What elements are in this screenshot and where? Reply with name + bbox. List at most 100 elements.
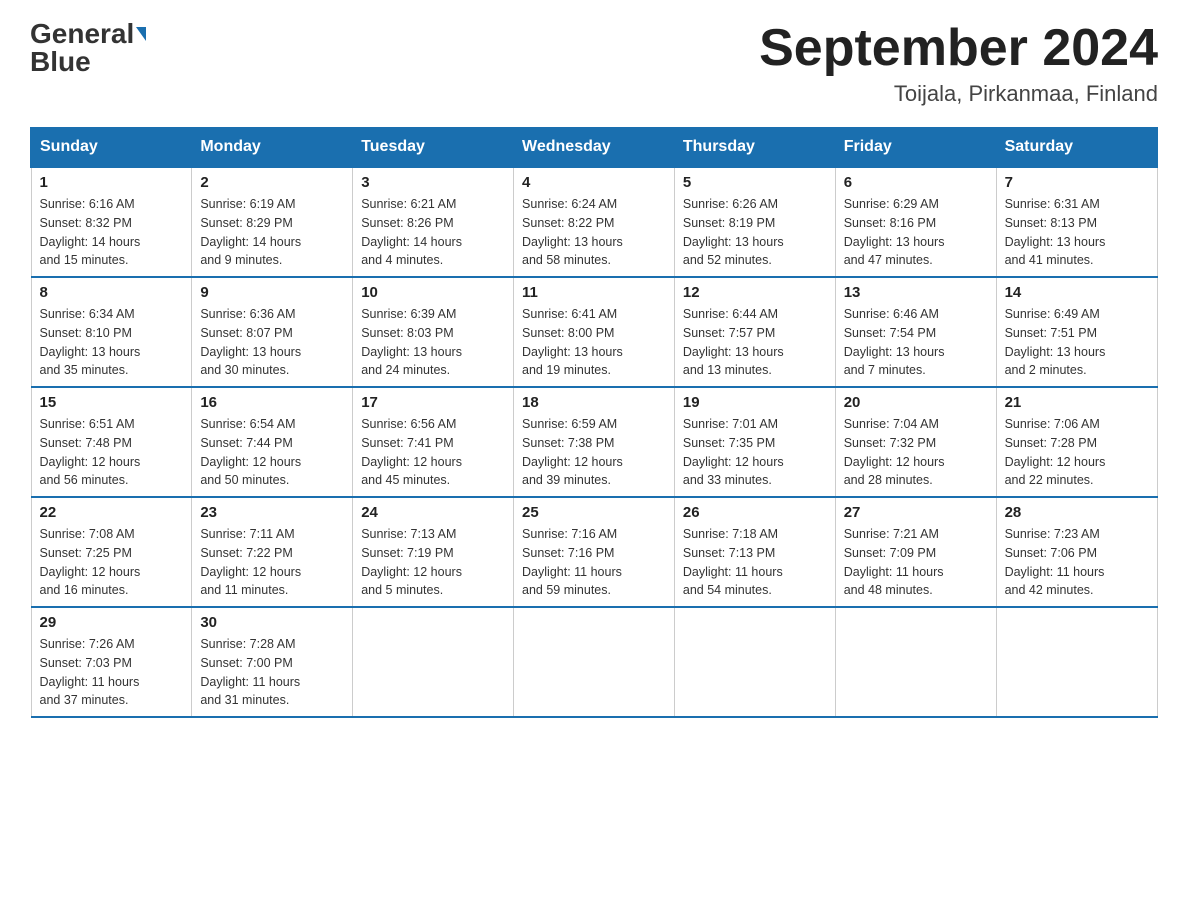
day-cell-25: 25 Sunrise: 7:16 AMSunset: 7:16 PMDayligh… [514,497,675,607]
day-number: 30 [200,614,344,631]
calendar-header-row: SundayMondayTuesdayWednesdayThursdayFrid… [31,128,1157,168]
day-cell-21: 21 Sunrise: 7:06 AMSunset: 7:28 PMDayligh… [996,387,1157,497]
day-number: 13 [844,284,988,301]
day-cell-empty [674,607,835,717]
col-header-saturday: Saturday [996,128,1157,168]
day-number: 26 [683,504,827,521]
day-cell-empty [835,607,996,717]
day-cell-1: 1 Sunrise: 6:16 AMSunset: 8:32 PMDaylight… [31,167,192,277]
day-cell-18: 18Sunrise: 6:59 AMSunset: 7:38 PMDayligh… [514,387,675,497]
day-number: 19 [683,394,827,411]
day-number: 20 [844,394,988,411]
day-cell-4: 4 Sunrise: 6:24 AMSunset: 8:22 PMDaylight… [514,167,675,277]
day-info: Sunrise: 6:54 AMSunset: 7:44 PMDaylight:… [200,415,344,490]
day-info: Sunrise: 7:26 AMSunset: 7:03 PMDaylight:… [40,635,184,710]
day-info: Sunrise: 6:24 AMSunset: 8:22 PMDaylight:… [522,195,666,270]
day-number: 6 [844,174,988,191]
col-header-wednesday: Wednesday [514,128,675,168]
day-cell-8: 8Sunrise: 6:34 AMSunset: 8:10 PMDaylight… [31,277,192,387]
day-info: Sunrise: 6:39 AMSunset: 8:03 PMDaylight:… [361,305,505,380]
day-info: Sunrise: 7:11 AMSunset: 7:22 PMDaylight:… [200,525,344,600]
day-number: 17 [361,394,505,411]
week-row-2: 8Sunrise: 6:34 AMSunset: 8:10 PMDaylight… [31,277,1157,387]
calendar-table: SundayMondayTuesdayWednesdayThursdayFrid… [30,127,1158,718]
day-cell-27: 27 Sunrise: 7:21 AMSunset: 7:09 PMDayligh… [835,497,996,607]
day-info: Sunrise: 6:51 AMSunset: 7:48 PMDaylight:… [40,415,184,490]
day-cell-empty [353,607,514,717]
day-number: 14 [1005,284,1149,301]
day-number: 16 [200,394,344,411]
day-info: Sunrise: 7:21 AMSunset: 7:09 PMDaylight:… [844,525,988,600]
day-cell-13: 13Sunrise: 6:46 AMSunset: 7:54 PMDayligh… [835,277,996,387]
day-cell-12: 12Sunrise: 6:44 AMSunset: 7:57 PMDayligh… [674,277,835,387]
day-cell-2: 2 Sunrise: 6:19 AMSunset: 8:29 PMDaylight… [192,167,353,277]
day-cell-29: 29 Sunrise: 7:26 AMSunset: 7:03 PMDayligh… [31,607,192,717]
day-number: 23 [200,504,344,521]
day-number: 25 [522,504,666,521]
day-number: 10 [361,284,505,301]
day-info: Sunrise: 7:13 AMSunset: 7:19 PMDaylight:… [361,525,505,600]
week-row-3: 15Sunrise: 6:51 AMSunset: 7:48 PMDayligh… [31,387,1157,497]
day-cell-3: 3Sunrise: 6:21 AMSunset: 8:26 PMDaylight… [353,167,514,277]
day-number: 7 [1005,174,1149,191]
col-header-tuesday: Tuesday [353,128,514,168]
day-number: 27 [844,504,988,521]
day-number: 5 [683,174,827,191]
day-number: 1 [40,174,184,191]
day-cell-17: 17 Sunrise: 6:56 AMSunset: 7:41 PMDayligh… [353,387,514,497]
day-cell-26: 26 Sunrise: 7:18 AMSunset: 7:13 PMDayligh… [674,497,835,607]
day-info: Sunrise: 7:16 AMSunset: 7:16 PMDaylight:… [522,525,666,600]
day-number: 3 [361,174,505,191]
day-info: Sunrise: 6:31 AMSunset: 8:13 PMDaylight:… [1005,195,1149,270]
day-number: 18 [522,394,666,411]
day-cell-23: 23 Sunrise: 7:11 AMSunset: 7:22 PMDayligh… [192,497,353,607]
day-cell-11: 11 Sunrise: 6:41 AMSunset: 8:00 PMDayligh… [514,277,675,387]
day-info: Sunrise: 7:01 AMSunset: 7:35 PMDaylight:… [683,415,827,490]
logo-triangle-icon [136,27,146,41]
col-header-thursday: Thursday [674,128,835,168]
day-number: 29 [40,614,184,631]
day-cell-9: 9Sunrise: 6:36 AMSunset: 8:07 PMDaylight… [192,277,353,387]
day-number: 28 [1005,504,1149,521]
day-cell-10: 10 Sunrise: 6:39 AMSunset: 8:03 PMDayligh… [353,277,514,387]
day-info: Sunrise: 7:28 AMSunset: 7:00 PMDaylight:… [200,635,344,710]
logo-text-blue: Blue [30,48,91,76]
day-number: 12 [683,284,827,301]
location-subtitle: Toijala, Pirkanmaa, Finland [759,81,1158,107]
day-info: Sunrise: 6:26 AMSunset: 8:19 PMDaylight:… [683,195,827,270]
day-cell-19: 19 Sunrise: 7:01 AMSunset: 7:35 PMDayligh… [674,387,835,497]
day-info: Sunrise: 6:36 AMSunset: 8:07 PMDaylight:… [200,305,344,380]
day-info: Sunrise: 6:16 AMSunset: 8:32 PMDaylight:… [40,195,184,270]
day-info: Sunrise: 6:49 AMSunset: 7:51 PMDaylight:… [1005,305,1149,380]
col-header-sunday: Sunday [31,128,192,168]
page-header: General Blue September 2024 Toijala, Pir… [30,20,1158,107]
day-info: Sunrise: 6:41 AMSunset: 8:00 PMDaylight:… [522,305,666,380]
day-number: 24 [361,504,505,521]
day-info: Sunrise: 6:56 AMSunset: 7:41 PMDaylight:… [361,415,505,490]
day-cell-empty [996,607,1157,717]
day-cell-6: 6 Sunrise: 6:29 AMSunset: 8:16 PMDaylight… [835,167,996,277]
day-number: 11 [522,284,666,301]
day-info: Sunrise: 7:08 AMSunset: 7:25 PMDaylight:… [40,525,184,600]
day-info: Sunrise: 7:18 AMSunset: 7:13 PMDaylight:… [683,525,827,600]
day-number: 4 [522,174,666,191]
day-info: Sunrise: 6:34 AMSunset: 8:10 PMDaylight:… [40,305,184,380]
day-cell-20: 20 Sunrise: 7:04 AMSunset: 7:32 PMDayligh… [835,387,996,497]
day-info: Sunrise: 7:04 AMSunset: 7:32 PMDaylight:… [844,415,988,490]
day-cell-empty [514,607,675,717]
day-number: 21 [1005,394,1149,411]
day-info: Sunrise: 6:29 AMSunset: 8:16 PMDaylight:… [844,195,988,270]
day-cell-5: 5 Sunrise: 6:26 AMSunset: 8:19 PMDaylight… [674,167,835,277]
day-info: Sunrise: 6:19 AMSunset: 8:29 PMDaylight:… [200,195,344,270]
logo-text-general: General [30,20,134,48]
day-cell-22: 22 Sunrise: 7:08 AMSunset: 7:25 PMDayligh… [31,497,192,607]
day-cell-28: 28 Sunrise: 7:23 AMSunset: 7:06 PMDayligh… [996,497,1157,607]
day-info: Sunrise: 7:23 AMSunset: 7:06 PMDaylight:… [1005,525,1149,600]
day-info: Sunrise: 7:06 AMSunset: 7:28 PMDaylight:… [1005,415,1149,490]
col-header-monday: Monday [192,128,353,168]
day-number: 2 [200,174,344,191]
day-cell-16: 16 Sunrise: 6:54 AMSunset: 7:44 PMDayligh… [192,387,353,497]
week-row-1: 1 Sunrise: 6:16 AMSunset: 8:32 PMDaylight… [31,167,1157,277]
day-cell-14: 14 Sunrise: 6:49 AMSunset: 7:51 PMDayligh… [996,277,1157,387]
day-number: 22 [40,504,184,521]
